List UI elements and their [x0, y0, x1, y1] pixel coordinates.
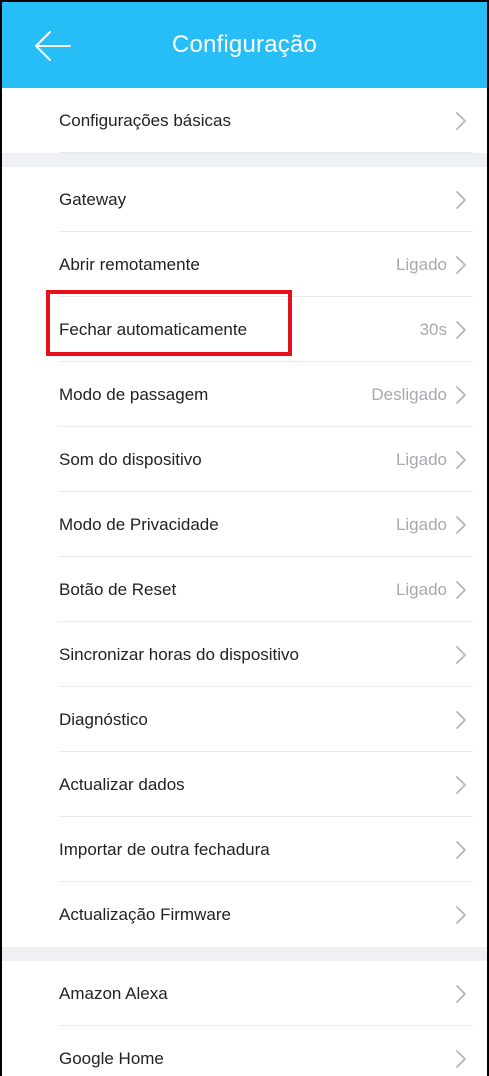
chevron-right-icon — [456, 645, 466, 664]
row-label: Modo de Privacidade — [59, 514, 219, 534]
chevron-right-icon — [456, 775, 466, 794]
row-value: Ligado — [395, 449, 447, 469]
chevron-right-icon — [456, 255, 466, 274]
row-label: Actualizar dados — [59, 774, 185, 794]
chevron-right-icon — [456, 190, 466, 209]
row-label: Sincronizar horas do dispositivo — [59, 644, 300, 664]
chevron-right-icon — [456, 984, 466, 1003]
row-label: Som do dispositivo — [59, 449, 202, 469]
row-gateway[interactable]: Gateway — [2, 167, 487, 232]
page-title: Configuração — [171, 31, 318, 58]
row-label: Botão de Reset — [59, 579, 177, 599]
row-value: Ligado — [395, 579, 447, 599]
row-label: Importar de outra fechadura — [59, 839, 270, 859]
row-basic-settings[interactable]: Configurações básicas — [2, 88, 487, 153]
chevron-right-icon — [456, 515, 466, 534]
chevron-right-icon — [456, 320, 466, 339]
row-privacy-mode[interactable]: Modo de Privacidade Ligado — [2, 492, 487, 557]
settings-screen: Configuração Configurações básicas Gatew… — [0, 0, 489, 1076]
row-import-lock[interactable]: Importar de outra fechadura — [2, 817, 487, 882]
row-auto-lock[interactable]: Fechar automaticamente 30s — [2, 297, 487, 362]
chevron-right-icon — [456, 840, 466, 859]
row-sync-time[interactable]: Sincronizar horas do dispositivo — [2, 622, 487, 687]
row-label: Actualização Firmware — [59, 904, 231, 924]
chevron-right-icon — [456, 905, 466, 924]
row-google-home[interactable]: Google Home — [2, 1026, 487, 1076]
row-label: Amazon Alexa — [59, 983, 168, 1003]
row-value: Ligado — [395, 254, 447, 274]
chevron-right-icon — [456, 710, 466, 729]
row-value: 30s — [419, 319, 447, 339]
row-firmware-update[interactable]: Actualização Firmware — [2, 882, 487, 947]
row-label: Modo de passagem — [59, 384, 209, 404]
chevron-right-icon — [456, 385, 466, 404]
settings-list: Configurações básicas Gateway Abrir remo… — [2, 88, 487, 1076]
arrow-left-icon[interactable] — [32, 29, 72, 63]
row-label: Fechar automaticamente — [59, 319, 248, 339]
section-divider — [2, 947, 487, 961]
chevron-right-icon — [456, 111, 466, 130]
row-remote-open[interactable]: Abrir remotamente Ligado — [2, 232, 487, 297]
chevron-right-icon — [456, 580, 466, 599]
row-passage-mode[interactable]: Modo de passagem Desligado — [2, 362, 487, 427]
row-label: Abrir remotamente — [59, 254, 200, 274]
chevron-right-icon — [456, 450, 466, 469]
chevron-right-icon — [456, 1049, 466, 1068]
row-label: Configurações básicas — [59, 110, 231, 130]
row-value: Desligado — [371, 384, 447, 404]
row-label: Diagnóstico — [59, 709, 148, 729]
row-update-data[interactable]: Actualizar dados — [2, 752, 487, 817]
section-divider — [2, 153, 487, 167]
row-amazon-alexa[interactable]: Amazon Alexa — [2, 961, 487, 1026]
app-header: Configuração — [2, 2, 487, 88]
row-diagnostics[interactable]: Diagnóstico — [2, 687, 487, 752]
row-label: Google Home — [59, 1048, 164, 1068]
row-value: Ligado — [395, 514, 447, 534]
row-label: Gateway — [59, 189, 127, 209]
row-device-sound[interactable]: Som do dispositivo Ligado — [2, 427, 487, 492]
row-reset-button[interactable]: Botão de Reset Ligado — [2, 557, 487, 622]
